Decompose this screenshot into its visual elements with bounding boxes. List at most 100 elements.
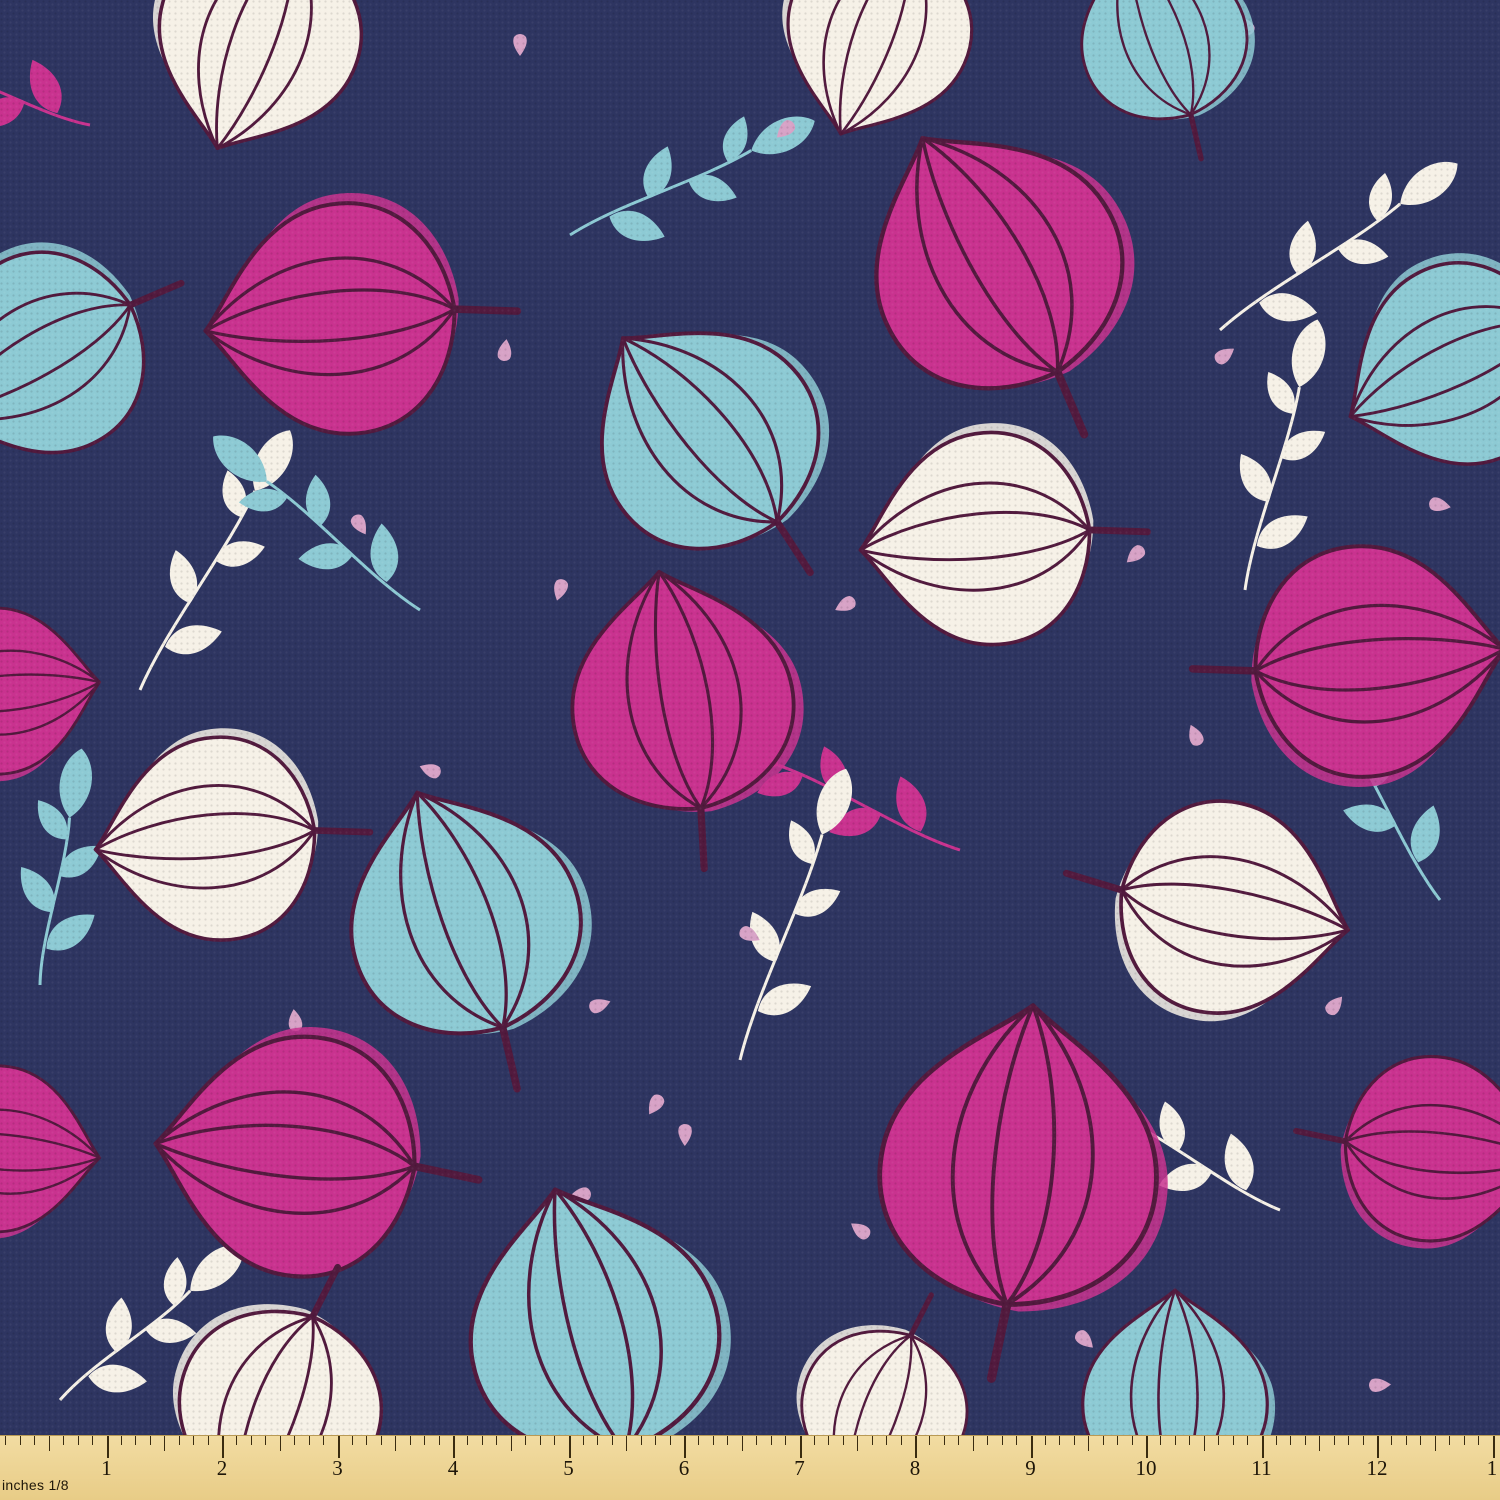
ruler-tick <box>481 1436 483 1445</box>
ruler-unit-label: inches 1/8 <box>2 1477 69 1493</box>
ruler-tick <box>958 1436 960 1445</box>
ruler-tick <box>424 1436 426 1445</box>
ruler-tick <box>106 1436 109 1458</box>
ruler-tick <box>351 1436 353 1445</box>
ruler-tick <box>525 1436 527 1445</box>
ruler-tick <box>640 1436 642 1445</box>
ruler-tick <box>48 1436 50 1451</box>
ruler-tick <box>1146 1436 1148 1458</box>
ruler-tick <box>63 1436 65 1445</box>
ruler-tick <box>1102 1436 1104 1445</box>
ruler-tick <box>684 1436 686 1458</box>
ruler-tick <box>871 1436 873 1445</box>
ruler-tick <box>1131 1436 1133 1445</box>
ruler-number: 5 <box>563 1456 574 1480</box>
ruler-tick <box>337 1436 340 1458</box>
ruler-tick <box>611 1436 613 1445</box>
measuring-ruler: 1 2 3 4 5 6 7 8 9 10 11 12 1 inches 1/8 <box>0 1435 1500 1500</box>
ruler-tick <box>915 1436 917 1458</box>
ruler-tick <box>756 1436 758 1445</box>
ruler-tick <box>164 1436 166 1451</box>
ruler-tick <box>207 1436 209 1445</box>
ruler-tick <box>5 1436 7 1445</box>
ruler-tick <box>669 1436 671 1445</box>
ruler-number: 3 <box>332 1456 343 1480</box>
ruler-tick <box>813 1436 815 1445</box>
ruler-tick <box>92 1436 94 1445</box>
ruler-tick <box>1362 1436 1364 1445</box>
ruler-tick <box>842 1436 844 1445</box>
ruler-number: 9 <box>1025 1456 1036 1480</box>
ruler-number: 4 <box>447 1456 459 1480</box>
ruler-tick <box>799 1436 802 1458</box>
ruler-tick <box>323 1436 325 1445</box>
ruler-tick <box>857 1436 859 1451</box>
ruler-tick <box>987 1436 989 1445</box>
ruler-tick <box>1304 1436 1306 1445</box>
ruler-tick <box>496 1436 498 1445</box>
ruler-number: 10 <box>1135 1456 1157 1480</box>
ruler-number: 11 <box>1251 1456 1272 1480</box>
ruler-number: 6 <box>678 1456 690 1480</box>
ruler-tick <box>1174 1436 1176 1445</box>
ruler-tick <box>453 1436 455 1458</box>
ruler-tick <box>1059 1436 1061 1445</box>
ruler-tick <box>1160 1436 1162 1445</box>
ruler-tick <box>1377 1436 1379 1458</box>
physalis-pattern <box>0 0 1500 1435</box>
ruler-tick <box>1247 1436 1249 1445</box>
ruler-tick <box>1261 1436 1264 1458</box>
ruler-tick <box>1333 1436 1335 1445</box>
fabric-swatch: 1 2 3 4 5 6 7 8 9 10 11 12 1 inches 1/8 <box>0 0 1500 1500</box>
ruler-tick <box>727 1436 729 1445</box>
ruler-tick <box>1117 1436 1119 1445</box>
ruler-tick <box>193 1436 195 1445</box>
ruler-tick <box>294 1436 296 1445</box>
ruler-tick <box>1420 1436 1422 1445</box>
ruler-tick <box>741 1436 743 1451</box>
ruler-tick <box>828 1436 830 1445</box>
ruler-tick <box>135 1436 137 1445</box>
ruler-tick <box>1348 1436 1350 1445</box>
ruler-tick <box>655 1436 657 1445</box>
ruler-tick <box>886 1436 888 1445</box>
ruler-tick <box>222 1436 224 1458</box>
ruler-tick <box>1203 1436 1205 1451</box>
ruler-tick <box>1001 1436 1003 1445</box>
ruler-tick <box>1449 1436 1451 1445</box>
ruler-tick <box>77 1436 79 1445</box>
ruler-tick <box>1232 1436 1234 1445</box>
ruler-tick <box>900 1436 902 1445</box>
ruler-tick <box>770 1436 772 1445</box>
ruler-tick <box>929 1436 931 1445</box>
ruler-tick <box>1391 1436 1393 1445</box>
ruler-tick <box>1016 1436 1018 1445</box>
ruler-number: 1 <box>1486 1456 1498 1480</box>
ruler-tick <box>510 1436 512 1451</box>
ruler-tick <box>972 1436 974 1451</box>
ruler-tick <box>582 1436 584 1445</box>
ruler-tick <box>568 1436 571 1458</box>
ruler-tick <box>236 1436 238 1445</box>
ruler-tick <box>1478 1436 1480 1445</box>
ruler-tick <box>1319 1436 1321 1451</box>
ruler-number: 2 <box>216 1456 228 1480</box>
fabric-texture <box>0 0 1500 1435</box>
ruler-tick <box>395 1436 397 1451</box>
ruler-tick <box>1405 1436 1407 1445</box>
ruler-tick <box>19 1436 21 1445</box>
ruler-tick <box>943 1436 945 1445</box>
ruler-tick <box>1434 1436 1436 1451</box>
ruler-tick <box>785 1436 787 1445</box>
ruler-number: 1 <box>101 1456 112 1480</box>
ruler-tick <box>1030 1436 1033 1458</box>
ruler-tick <box>1189 1436 1191 1445</box>
ruler-tick <box>539 1436 541 1445</box>
ruler-tick <box>380 1436 382 1445</box>
ruler-tick <box>409 1436 411 1445</box>
ruler-tick <box>597 1436 599 1445</box>
ruler-tick <box>1275 1436 1277 1445</box>
ruler-tick <box>308 1436 310 1445</box>
ruler-tick <box>698 1436 700 1445</box>
ruler-tick <box>34 1436 36 1445</box>
